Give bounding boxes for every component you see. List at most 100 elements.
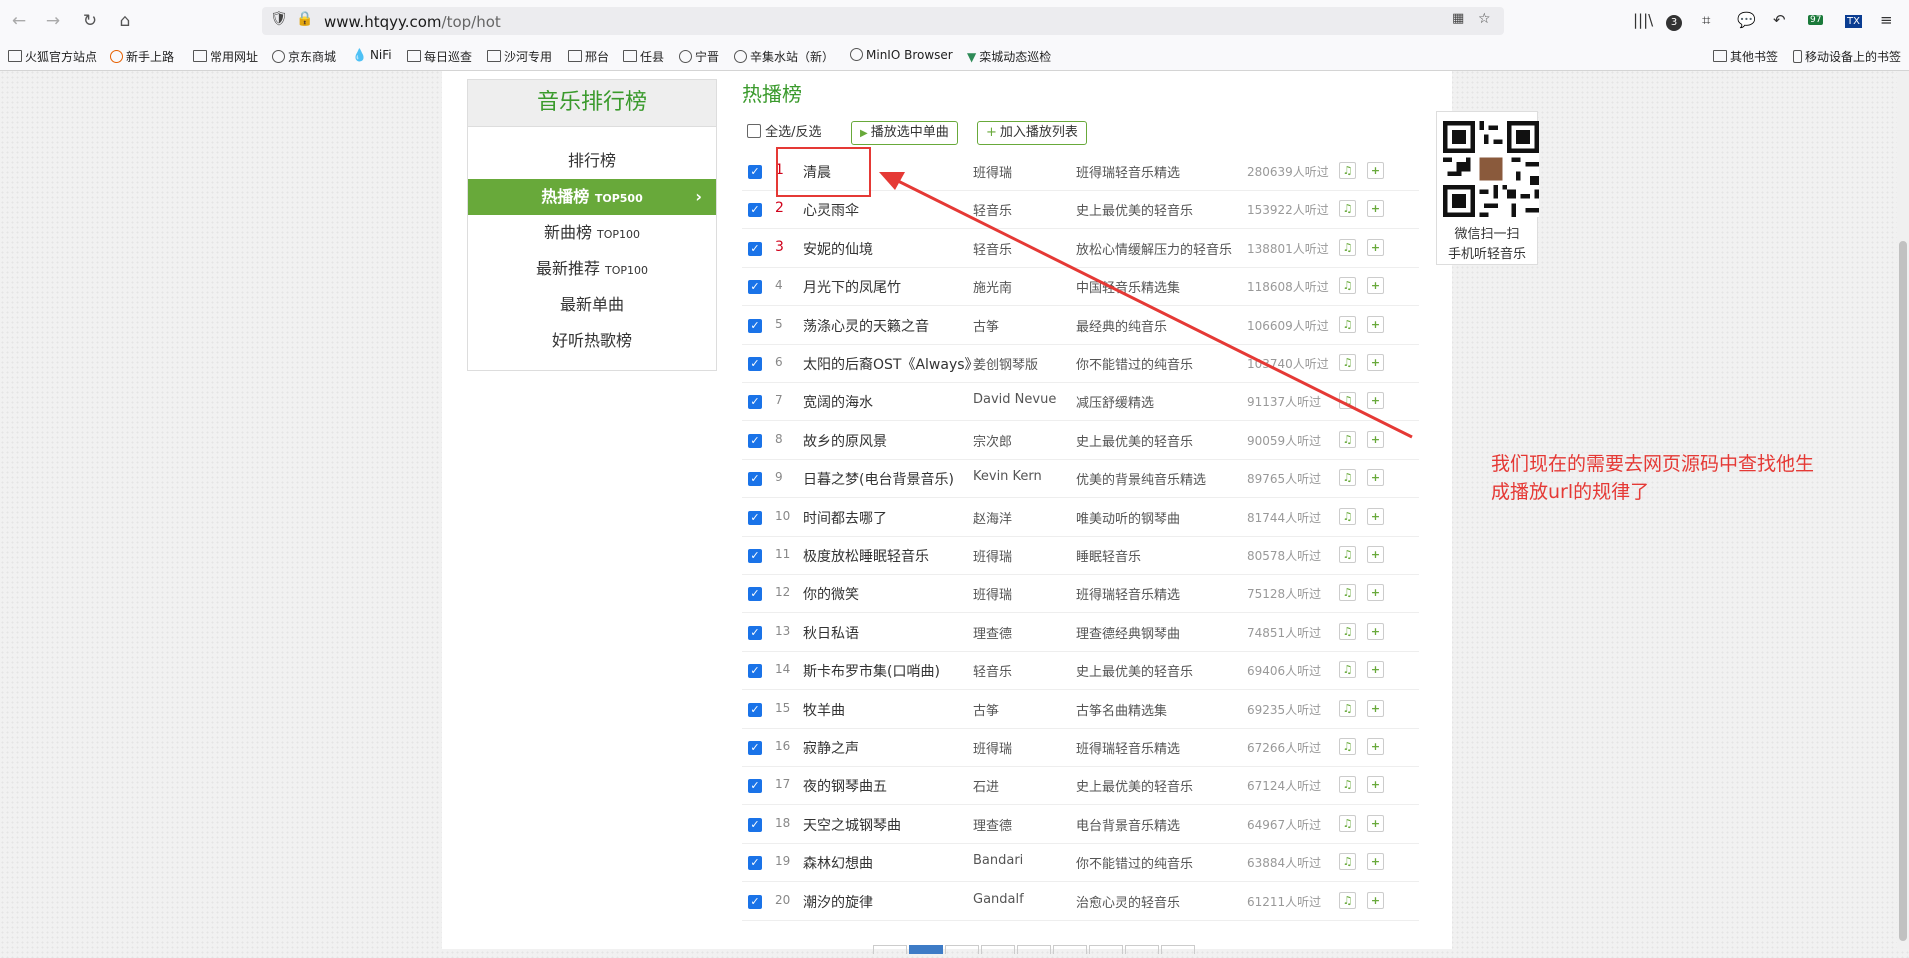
- add-icon[interactable]: +: [1367, 699, 1384, 717]
- album-link[interactable]: 史上最优美的轻音乐: [1076, 776, 1236, 795]
- song-title-link[interactable]: 极度放松睡眠轻音乐: [803, 546, 971, 566]
- song-row[interactable]: ✓ 12 你的微笑 班得瑞 班得瑞轻音乐精选 75128人听过 ♫ +: [742, 574, 1419, 614]
- bookmark-item[interactable]: 辛集水站（新）: [734, 48, 834, 65]
- add-icon[interactable]: +: [1367, 162, 1384, 179]
- song-title-link[interactable]: 寂静之声: [803, 738, 971, 758]
- song-title-link[interactable]: 故乡的原风景: [803, 431, 971, 451]
- artist-link[interactable]: 轻音乐: [973, 200, 1071, 219]
- headphones-icon[interactable]: ♫: [1339, 354, 1356, 371]
- headphones-icon[interactable]: ♫: [1339, 584, 1356, 602]
- song-title-link[interactable]: 太阳的后裔OST《Always》: [803, 354, 971, 374]
- add-icon[interactable]: +: [1367, 430, 1384, 448]
- artist-link[interactable]: 石进: [973, 776, 1071, 795]
- add-icon[interactable]: +: [1367, 661, 1384, 679]
- song-row[interactable]: ✓ 20 潮汐的旋律 Gandalf 治愈心灵的轻音乐 61211人听过 ♫ +: [742, 882, 1419, 921]
- artist-link[interactable]: Gandalf: [973, 892, 1071, 907]
- song-title-link[interactable]: 秋日私语: [803, 623, 971, 643]
- headphones-icon[interactable]: ♫: [1339, 200, 1356, 218]
- artist-link[interactable]: 施光南: [973, 277, 1071, 296]
- song-title-link[interactable]: 宽阔的海水: [803, 392, 971, 412]
- add-icon[interactable]: +: [1367, 622, 1384, 640]
- song-title-link[interactable]: 安妮的仙境: [803, 239, 971, 259]
- forward-icon[interactable]: →: [42, 10, 64, 32]
- headphones-icon[interactable]: ♫: [1339, 430, 1356, 448]
- add-icon[interactable]: +: [1367, 238, 1384, 256]
- bookmark-item[interactable]: ▼ 栾城动态巡检: [967, 48, 1051, 65]
- shield-icon[interactable]: 🛡: [270, 11, 288, 27]
- add-icon[interactable]: +: [1367, 546, 1384, 563]
- url-text[interactable]: www.htqyy.com/top/hot: [324, 13, 501, 31]
- album-link[interactable]: 古筝名曲精选集: [1076, 700, 1236, 719]
- song-title-link[interactable]: 牧羊曲: [803, 700, 971, 720]
- album-link[interactable]: 治愈心灵的轻音乐: [1076, 892, 1236, 911]
- album-link[interactable]: 睡眠轻音乐: [1076, 546, 1236, 565]
- artist-link[interactable]: 轻音乐: [973, 661, 1071, 680]
- song-title-link[interactable]: 你的微笑: [803, 584, 971, 604]
- add-icon[interactable]: +: [1367, 776, 1384, 794]
- bookmark-item[interactable]: 每日巡查: [407, 48, 472, 65]
- song-title-link[interactable]: 森林幻想曲: [803, 853, 971, 873]
- checkbox-checked-icon[interactable]: ✓: [748, 664, 762, 679]
- page-button[interactable]: [1125, 945, 1159, 954]
- artist-link[interactable]: 理查德: [973, 623, 1071, 642]
- headphones-icon[interactable]: ♫: [1339, 776, 1356, 794]
- reload-icon[interactable]: ↻: [79, 10, 101, 32]
- page-button[interactable]: [981, 945, 1015, 954]
- checkbox-checked-icon[interactable]: ✓: [748, 817, 762, 832]
- artist-link[interactable]: 理查德: [973, 815, 1071, 834]
- checkbox-checked-icon[interactable]: ✓: [748, 856, 762, 871]
- song-row[interactable]: ✓ 14 斯卡布罗市集(口哨曲) 轻音乐 史上最优美的轻音乐 69406人听过 ♫ +: [742, 651, 1419, 691]
- extension-icon[interactable]: TX: [1845, 10, 1862, 28]
- artist-link[interactable]: 古筝: [973, 700, 1071, 719]
- headphones-icon[interactable]: ♫: [1339, 622, 1356, 640]
- qr-code-icon[interactable]: ▦: [1452, 11, 1464, 26]
- add-icon[interactable]: +: [1367, 584, 1384, 602]
- lock-icon[interactable]: 🔒: [296, 11, 313, 27]
- song-title-link[interactable]: 斯卡布罗市集(口哨曲): [803, 661, 971, 681]
- album-link[interactable]: 你不能错过的纯音乐: [1076, 354, 1236, 373]
- song-title-link[interactable]: 天空之城钢琴曲: [803, 815, 971, 835]
- checkbox-checked-icon[interactable]: ✓: [748, 779, 762, 794]
- checkbox-checked-icon[interactable]: ✓: [748, 433, 762, 448]
- headphones-icon[interactable]: ♫: [1339, 891, 1356, 909]
- checkbox-checked-icon[interactable]: ✓: [748, 472, 762, 487]
- add-icon[interactable]: +: [1367, 200, 1384, 218]
- bookmark-item[interactable]: 常用网址: [193, 48, 258, 65]
- song-row[interactable]: ✓ 19 森林幻想曲 Bandari 你不能错过的纯音乐 63884人听过 ♫ +: [742, 843, 1419, 883]
- back-icon[interactable]: ←: [8, 10, 30, 32]
- artist-link[interactable]: 宗次郎: [973, 431, 1071, 450]
- headphones-icon[interactable]: ♫: [1339, 469, 1356, 487]
- artist-link[interactable]: 姜创钢琴版: [973, 354, 1071, 373]
- album-link[interactable]: 你不能错过的纯音乐: [1076, 853, 1236, 872]
- headphones-icon[interactable]: ♫: [1339, 162, 1356, 179]
- album-link[interactable]: 史上最优美的轻音乐: [1076, 661, 1236, 680]
- checkbox-checked-icon[interactable]: ✓: [748, 702, 762, 717]
- artist-link[interactable]: 班得瑞: [973, 162, 1071, 181]
- add-icon[interactable]: +: [1367, 354, 1384, 371]
- page-button[interactable]: [1161, 945, 1195, 954]
- album-link[interactable]: 放松心情缓解压力的轻音乐: [1076, 239, 1236, 258]
- song-title-link[interactable]: 荡涤心灵的天籁之音: [803, 316, 971, 336]
- headphones-icon[interactable]: ♫: [1339, 814, 1356, 832]
- sidebar-item-hit-songs[interactable]: 好听热歌榜: [468, 323, 716, 359]
- add-icon[interactable]: +: [1367, 738, 1384, 755]
- song-row[interactable]: ✓ 15 牧羊曲 古筝 古筝名曲精选集 69235人听过 ♫ +: [742, 690, 1419, 729]
- album-link[interactable]: 优美的背景纯音乐精选: [1076, 469, 1236, 488]
- album-link[interactable]: 中国轻音乐精选集: [1076, 277, 1236, 296]
- bookmark-item[interactable]: 其他书签: [1713, 48, 1778, 65]
- song-row[interactable]: ✓ 18 天空之城钢琴曲 理查德 电台背景音乐精选 64967人听过 ♫ +: [742, 805, 1419, 844]
- headphones-icon[interactable]: ♫: [1339, 699, 1356, 717]
- add-icon[interactable]: +: [1367, 469, 1384, 487]
- checkbox-checked-icon[interactable]: ✓: [748, 510, 762, 525]
- page-button[interactable]: [1053, 945, 1087, 954]
- page-button[interactable]: [1017, 945, 1051, 954]
- bookmark-item[interactable]: 💧 NiFi: [352, 48, 392, 62]
- add-icon[interactable]: +: [1367, 315, 1384, 333]
- album-link[interactable]: 班得瑞轻音乐精选: [1076, 584, 1236, 603]
- checkbox-checked-icon[interactable]: ✓: [748, 241, 762, 256]
- select-all-toggle[interactable]: 全选/反选: [747, 121, 822, 140]
- headphones-icon[interactable]: ♫: [1339, 277, 1356, 295]
- song-row[interactable]: ✓ 3 安妮的仙境 轻音乐 放松心情缓解压力的轻音乐 138801人听过 ♫ +: [742, 229, 1419, 268]
- add-icon[interactable]: +: [1367, 277, 1384, 295]
- menu-icon[interactable]: ≡: [1880, 11, 1893, 29]
